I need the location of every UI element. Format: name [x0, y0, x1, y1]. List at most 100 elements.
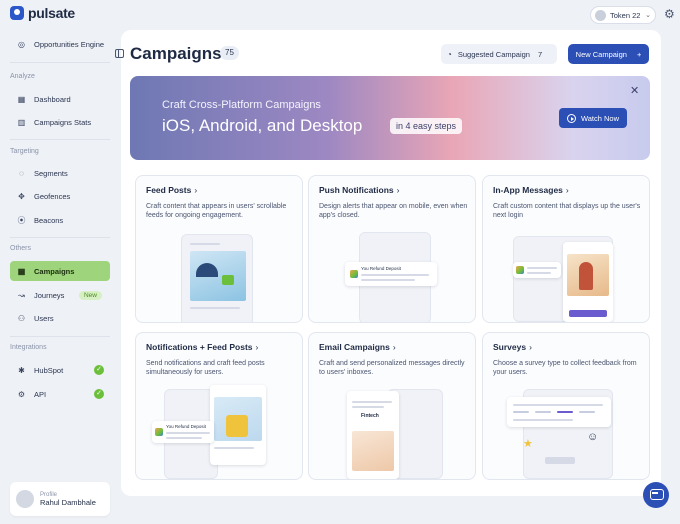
bar-chart-icon: ▥	[17, 117, 26, 127]
sidebar-item-label: Users	[34, 313, 54, 323]
refund-label: You Refund Deposit	[361, 266, 401, 271]
person-shape	[579, 262, 593, 290]
play-icon	[566, 113, 576, 123]
logo[interactable]: pulsate	[10, 5, 75, 21]
card-title: Notifications + Feed Posts ›	[146, 342, 259, 352]
sidebar-item-label: Campaigns Stats	[34, 117, 92, 127]
email-image	[352, 431, 394, 471]
app-icon	[350, 270, 358, 278]
card-description: Craft custom content that displays up th…	[493, 203, 641, 219]
suggested-count: 7	[537, 49, 543, 59]
check-icon: ✓	[94, 389, 104, 399]
chevron-right-icon: ›	[396, 185, 400, 195]
sidebar-item-hubspot[interactable]: ✱ HubSpot ✓	[10, 360, 110, 380]
sidebar-item-label: API	[34, 389, 47, 399]
sidebar-item-geofences[interactable]: ✥ Geofences	[10, 186, 110, 206]
card-description: Design alerts that appear on mobile, eve…	[319, 203, 468, 219]
email-preview: Fintech	[347, 391, 399, 479]
token-selector[interactable]: Token 22 ⌄	[590, 6, 656, 24]
chevron-right-icon: ›	[565, 185, 569, 195]
sidebar-item-campaigns-stats[interactable]: ▥ Campaigns Stats	[10, 112, 110, 132]
chevron-right-icon: ›	[194, 185, 198, 195]
journey-icon: ↝	[18, 290, 25, 300]
notification-chip	[513, 262, 561, 278]
watch-now-button[interactable]: Watch Now	[559, 108, 627, 128]
top-bar: pulsate Token 22 ⌄ ⚙	[0, 0, 680, 30]
message-cta	[569, 310, 607, 317]
campaign-card-push-notifications[interactable]: Push Notifications › Design alerts that a…	[308, 175, 476, 323]
card-title: Push Notifications ›	[319, 185, 400, 195]
gear-icon[interactable]: ⚙	[664, 8, 675, 20]
sidebar-item-label: Geofences	[34, 191, 71, 201]
chevron-down-icon: ⌄	[645, 12, 651, 19]
banner-headline: iOS, Android, and Desktop	[162, 116, 363, 135]
divider	[10, 139, 110, 140]
new-badge: New	[78, 290, 102, 300]
sidebar-item-users[interactable]: ⚇ Users	[10, 308, 110, 328]
plus-icon: +	[636, 49, 642, 59]
campaign-card-email-campaigns[interactable]: Email Campaigns › Craft and send personal…	[308, 332, 476, 480]
sidebar-item-label: HubSpot	[34, 365, 64, 375]
survey-preview	[507, 397, 611, 427]
suggested-label: Suggested Campaign	[457, 49, 530, 59]
hubspot-icon: ✱	[18, 365, 25, 375]
token-avatar	[595, 9, 606, 21]
sidebar-item-api[interactable]: ⚙ API ✓	[10, 384, 110, 404]
campaign-card-feed-posts[interactable]: Feed Posts › Craft content that appears i…	[135, 175, 303, 323]
chevron-right-icon: ›	[392, 342, 396, 352]
beacon-icon: ⦿	[17, 215, 26, 225]
grid-icon: ▦	[17, 94, 26, 104]
campaign-card-surveys[interactable]: Surveys › Choose a survey type to collect…	[482, 332, 650, 480]
card-description: Send notifications and craft feed posts …	[146, 360, 265, 376]
app-icon	[516, 266, 524, 274]
section-label-analyze: Analyze	[10, 73, 35, 80]
new-campaign-label: New Campaign	[575, 49, 627, 59]
in-app-message-preview	[563, 242, 613, 322]
banner-subtitle: Craft Cross-Platform Campaigns	[162, 99, 321, 111]
sidebar-item-label: Journeys	[34, 290, 65, 300]
users-icon: ⚇	[17, 313, 26, 323]
chevron-right-icon: ›	[255, 342, 259, 352]
sidebar-item-campaigns[interactable]: ▦ Campaigns	[10, 261, 110, 281]
box-shape	[226, 415, 248, 437]
sidebar-item-beacons[interactable]: ⦿ Beacons	[10, 210, 110, 230]
section-label-integrations: Integrations	[10, 344, 47, 351]
sidebar-item-opportunities-engine[interactable]: ◎ Opportunities Engine	[10, 34, 110, 54]
suggested-campaign-button[interactable]: ◔ Suggested Campaign 7	[441, 44, 557, 64]
profile-card[interactable]: Profile Rahul Dambhale	[10, 482, 110, 516]
divider	[10, 62, 110, 63]
section-label-others: Others	[10, 245, 32, 252]
fintech-label: Fintech	[361, 413, 379, 419]
avatar	[16, 490, 34, 508]
close-icon[interactable]: ✕	[630, 84, 639, 97]
pulsate-logo-icon	[10, 6, 24, 20]
sidebar-item-label: Segments	[34, 168, 68, 178]
watch-now-label: Watch Now	[580, 113, 620, 123]
sidebar-item-dashboard[interactable]: ▦ Dashboard	[10, 89, 110, 109]
sidebar-item-journeys[interactable]: ↝ Journeys New	[10, 285, 110, 305]
check-icon: ✓	[94, 365, 104, 375]
sidebar-collapse-icon[interactable]	[115, 49, 124, 58]
sidebar-item-segments[interactable]: ◌ Segments	[10, 163, 110, 183]
card-description: Craft and send personalized messages dir…	[319, 360, 465, 376]
lightbulb-icon: ◔	[447, 49, 452, 59]
logo-text: pulsate	[28, 5, 75, 21]
campaign-card-in-app-messages[interactable]: In-App Messages › Craft custom content th…	[482, 175, 650, 323]
card-title: Email Campaigns ›	[319, 342, 396, 352]
sidebar-item-label: Opportunities Engine	[34, 39, 105, 49]
push-notification-preview: You Refund Deposit	[345, 262, 437, 286]
sidebar-item-label: Campaigns	[34, 266, 75, 276]
notification-chip: You Refund Deposit	[152, 421, 214, 443]
sidebar-item-label: Dashboard	[34, 94, 71, 104]
survey-submit-shape	[545, 457, 575, 464]
target-icon: ◎	[18, 39, 25, 49]
chat-support-button[interactable]	[643, 482, 669, 508]
section-label-targeting: Targeting	[10, 148, 39, 155]
divider	[10, 237, 110, 238]
sidebar-item-label: Beacons	[34, 215, 64, 225]
new-campaign-button[interactable]: New Campaign +	[568, 44, 649, 64]
refund-label: You Refund Deposit	[166, 424, 206, 429]
token-label: Token 22	[610, 10, 641, 20]
campaign-card-notifications-feed-posts[interactable]: Notifications + Feed Posts › Send notific…	[135, 332, 303, 480]
chevron-right-icon: ›	[529, 342, 532, 352]
